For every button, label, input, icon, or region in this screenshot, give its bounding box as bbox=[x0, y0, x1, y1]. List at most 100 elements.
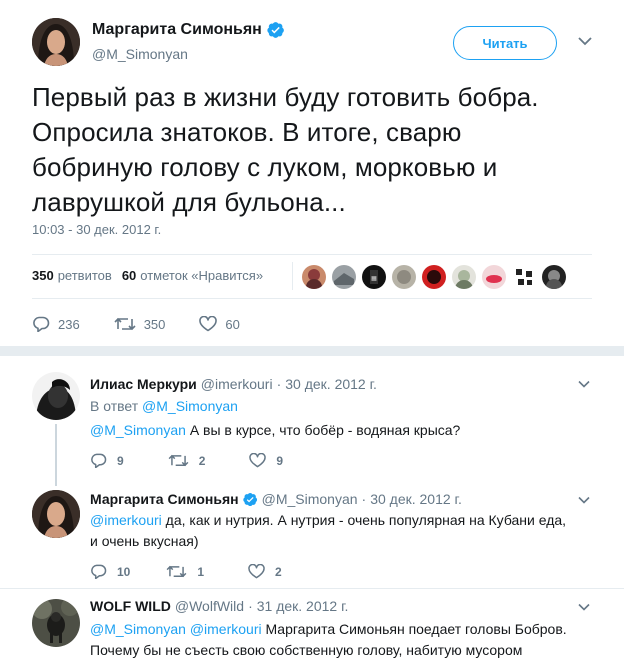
mention-link[interactable]: @M_Simonyan bbox=[90, 621, 186, 637]
tweet-date[interactable]: 30 дек. 2012 г. bbox=[370, 491, 462, 507]
reply-icon bbox=[33, 316, 50, 332]
reply-tweet[interactable]: Маргарита Симоньян @M_Simonyan · 30 дек.… bbox=[0, 482, 624, 592]
like-count: 9 bbox=[276, 453, 284, 468]
reply-header: Илиас Меркури @imerkouri · 30 дек. 2012 … bbox=[90, 376, 377, 392]
chevron-down-icon[interactable] bbox=[578, 36, 592, 46]
retweets-label[interactable]: ретвитов bbox=[58, 268, 112, 283]
mention-link[interactable]: @imerkouri bbox=[90, 512, 162, 528]
avatar[interactable] bbox=[542, 265, 566, 289]
mention-link[interactable]: @M_Simonyan bbox=[142, 398, 238, 414]
tweet-date[interactable]: 30 дек. 2012 г. bbox=[285, 376, 377, 392]
in-reply-to: В ответ @M_Simonyan bbox=[90, 396, 590, 417]
avatar[interactable] bbox=[332, 265, 356, 289]
reply-header: Маргарита Симоньян @M_Simonyan · 30 дек.… bbox=[90, 491, 462, 507]
retweet-button[interactable]: 2 bbox=[168, 453, 206, 468]
like-icon bbox=[249, 453, 267, 468]
avatar[interactable] bbox=[482, 265, 506, 289]
avatar[interactable] bbox=[32, 18, 80, 66]
liker-avatars: ▦ bbox=[302, 265, 566, 289]
mention-link[interactable]: @imerkouri bbox=[190, 621, 262, 637]
like-count: 2 bbox=[275, 564, 282, 579]
tweet-text: Первый раз в жизни буду готовить бобра. … bbox=[32, 80, 612, 220]
likes-label[interactable]: отметок «Нравится» bbox=[140, 268, 263, 283]
follow-button[interactable]: Читать bbox=[453, 26, 557, 60]
tweet-text-line: Первый раз в жизни буду готовить бобра. bbox=[32, 82, 539, 112]
chevron-down-icon[interactable] bbox=[578, 380, 590, 388]
avatar[interactable] bbox=[32, 372, 80, 420]
retweet-count: 2 bbox=[198, 453, 206, 468]
like-icon bbox=[248, 564, 265, 579]
chevron-down-icon[interactable] bbox=[578, 496, 590, 504]
retweet-icon bbox=[168, 454, 189, 467]
reply-tweet[interactable]: WOLF WILD @WolfWild · 31 дек. 2012 г. @M… bbox=[0, 589, 624, 668]
reply-header: WOLF WILD @WolfWild · 31 дек. 2012 г. bbox=[90, 598, 348, 614]
avatar[interactable] bbox=[512, 265, 536, 289]
reply-actions: 9 2 9 bbox=[90, 453, 283, 468]
reply-count: 9 bbox=[117, 453, 124, 468]
reply-icon bbox=[91, 564, 107, 579]
like-count: 60 bbox=[225, 316, 240, 332]
reply-count: 10 bbox=[117, 564, 131, 579]
divider bbox=[292, 262, 293, 290]
retweet-button[interactable]: 350 bbox=[114, 316, 166, 332]
reply-button[interactable]: 9 bbox=[90, 453, 124, 468]
avatar[interactable] bbox=[302, 265, 326, 289]
author-handle[interactable]: @M_Simonyan bbox=[262, 491, 358, 507]
avatar[interactable] bbox=[32, 599, 80, 647]
like-button[interactable]: 2 bbox=[248, 564, 282, 579]
likes-count[interactable]: 60 bbox=[122, 268, 136, 283]
retweet-icon bbox=[114, 317, 136, 331]
tweet-date[interactable]: 31 дек. 2012 г. bbox=[257, 598, 349, 614]
retweet-count: 350 bbox=[143, 316, 166, 332]
author-handle[interactable]: @M_Simonyan bbox=[92, 46, 188, 62]
divider bbox=[32, 254, 592, 255]
tweet-stats: 350 ретвитов 60 отметок «Нравится» bbox=[32, 268, 263, 283]
reply-tweet[interactable]: Илиас Меркури @imerkouri · 30 дек. 2012 … bbox=[0, 356, 624, 482]
tweet-timestamp[interactable]: 10:03 - 30 дек. 2012 г. bbox=[32, 222, 161, 237]
reply-text-body: да, как и нутрия. А нутрия - очень попул… bbox=[90, 512, 567, 549]
separator: · bbox=[248, 598, 253, 614]
retweet-button[interactable]: 1 bbox=[166, 564, 204, 579]
reply-button[interactable]: 236 bbox=[32, 316, 80, 332]
separator: · bbox=[361, 491, 367, 507]
like-button[interactable]: 60 bbox=[199, 316, 240, 332]
author-handle[interactable]: @imerkouri bbox=[201, 376, 273, 392]
author-name-label[interactable]: Маргарита Симоньян bbox=[92, 21, 262, 39]
author-name[interactable]: WOLF WILD bbox=[90, 598, 171, 614]
author-name[interactable]: Маргарита Симоньян bbox=[92, 21, 285, 39]
tweet-text-line: лаврушкой для бульона... bbox=[32, 187, 346, 217]
avatar[interactable] bbox=[32, 490, 80, 538]
reply-actions: 10 1 2 bbox=[90, 564, 282, 579]
retweet-count: 1 bbox=[197, 564, 205, 579]
reply-text-body: А вы в курсе, что бобёр - водяная крыса? bbox=[189, 422, 461, 438]
verified-icon bbox=[242, 492, 257, 506]
thread-line bbox=[55, 424, 57, 486]
avatar[interactable] bbox=[392, 265, 416, 289]
reply-button[interactable]: 10 bbox=[90, 564, 130, 579]
reply-text: @M_Simonyan @imerkouri Маргарита Симонья… bbox=[90, 619, 570, 661]
reply-text: @M_Simonyan А вы в курсе, что бобёр - во… bbox=[90, 420, 590, 441]
like-button[interactable]: 9 bbox=[249, 453, 283, 468]
in-reply-label: В ответ bbox=[90, 398, 139, 414]
avatar[interactable]: ▦ bbox=[362, 265, 386, 289]
reply-text: @imerkouri да, как и нутрия. А нутрия - … bbox=[90, 510, 570, 552]
divider bbox=[32, 298, 592, 299]
like-icon bbox=[199, 316, 218, 332]
author-name[interactable]: Маргарита Симоньян bbox=[90, 491, 239, 507]
svg-text:▦: ▦ bbox=[371, 275, 377, 282]
reply-count: 236 bbox=[58, 316, 80, 332]
avatar[interactable] bbox=[422, 265, 446, 289]
avatar[interactable] bbox=[452, 265, 476, 289]
tweet-text-line: Опросила знатоков. В итоге, сварю bbox=[32, 117, 462, 147]
tweet-text-line: бобриную голову с луком, морковью и bbox=[32, 152, 498, 182]
tweet-actions: 236 350 60 bbox=[32, 316, 240, 332]
author-handle[interactable]: @WolfWild bbox=[175, 598, 244, 614]
separator: · bbox=[276, 376, 282, 392]
divider bbox=[0, 346, 624, 356]
retweet-icon bbox=[166, 565, 187, 578]
mention-link[interactable]: @M_Simonyan bbox=[90, 422, 186, 438]
author-name[interactable]: Илиас Меркури bbox=[90, 376, 197, 392]
chevron-down-icon[interactable] bbox=[578, 603, 590, 611]
verified-icon bbox=[267, 22, 284, 38]
retweets-count[interactable]: 350 bbox=[32, 268, 54, 283]
